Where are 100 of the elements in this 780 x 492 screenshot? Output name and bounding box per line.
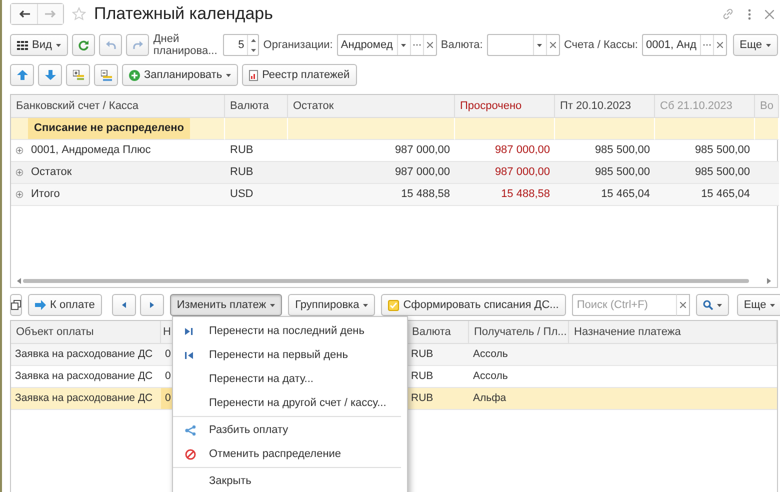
- redo-icon: [132, 40, 143, 50]
- caret-icon: [716, 304, 722, 306]
- column-header[interactable]: Банковский счет / Касса: [11, 95, 225, 118]
- left-triangle-icon: [122, 302, 126, 308]
- organization-field[interactable]: Андромед: [336, 34, 437, 56]
- window-title: Платежный календарь: [94, 4, 273, 24]
- expand-icon[interactable]: [16, 168, 23, 176]
- collapse-all-button[interactable]: [94, 64, 118, 86]
- redo-button[interactable]: [126, 34, 150, 56]
- split-icon: [185, 424, 196, 436]
- move-up-button[interactable]: [10, 64, 34, 86]
- clear-icon[interactable]: [426, 42, 433, 48]
- copy-icon: [11, 300, 21, 310]
- table-cell: 987 000,00: [288, 162, 455, 184]
- table-cell: Итого: [31, 188, 60, 200]
- change-payment-button[interactable]: Изменить платеж: [170, 294, 282, 316]
- clear-icon[interactable]: [716, 42, 723, 48]
- menu-item[interactable]: Перенести на первый день: [173, 343, 407, 367]
- scroll-left-icon[interactable]: [17, 278, 21, 284]
- form-writeoffs-button[interactable]: Сформировать списания ДС...: [381, 294, 566, 316]
- move-down-button[interactable]: [38, 64, 62, 86]
- more-vertical-icon[interactable]: [748, 8, 751, 20]
- table-cell[interactable]: Заявка на расходование ДС: [11, 344, 161, 366]
- scroll-right-icon[interactable]: [767, 278, 771, 284]
- menu-item[interactable]: Разбить оплату: [173, 418, 407, 442]
- clear-icon[interactable]: [680, 302, 686, 308]
- column-header[interactable]: Валюта: [225, 95, 288, 118]
- refresh-button[interactable]: [72, 34, 96, 56]
- table-cell[interactable]: Заявка на расходование ДС: [11, 388, 161, 410]
- expand-all-button[interactable]: [66, 64, 90, 86]
- table-cell: 15 465,04: [555, 184, 655, 206]
- days-spinner[interactable]: 5: [222, 34, 260, 56]
- column-header[interactable]: Объект оплаты: [11, 321, 161, 344]
- registry-button[interactable]: Реестр платежей: [242, 64, 357, 86]
- up-icon[interactable]: [250, 38, 256, 42]
- menu-item[interactable]: Перенести на последний день: [173, 319, 407, 343]
- table-cell: Остаток: [31, 166, 72, 178]
- skip-start-icon: [185, 352, 193, 358]
- undo-button[interactable]: [99, 34, 122, 56]
- table-cell[interactable]: Альфа: [469, 388, 569, 410]
- accounts-field[interactable]: 0001, Анд: [642, 34, 727, 56]
- link-icon[interactable]: [722, 8, 734, 20]
- copy-button[interactable]: [10, 294, 22, 316]
- currency-field[interactable]: [486, 34, 560, 56]
- right-arrow-icon: [35, 300, 46, 310]
- grid-icon: [17, 40, 28, 50]
- column-header[interactable]: Назначение платежа: [569, 321, 777, 344]
- down-icon[interactable]: [250, 48, 256, 52]
- caret-icon: [766, 44, 771, 46]
- skip-end-icon: [185, 328, 193, 334]
- close-icon[interactable]: [765, 10, 774, 18]
- menu-item[interactable]: Перенести на другой счет / кассу...: [173, 391, 407, 415]
- table-cell: 0001, Андромеда Плюс: [31, 144, 151, 156]
- star-icon[interactable]: [72, 7, 86, 21]
- group-row[interactable]: Списание не распределено: [11, 118, 225, 140]
- more-button[interactable]: Еще: [732, 34, 778, 56]
- column-header[interactable]: Валюта: [407, 321, 469, 344]
- previous-button[interactable]: [112, 294, 136, 316]
- back-button[interactable]: [11, 4, 37, 24]
- menu-item[interactable]: Закрыть: [173, 469, 407, 492]
- table-cell[interactable]: RUB: [407, 344, 469, 366]
- plan-button[interactable]: Запланировать: [122, 64, 238, 86]
- clear-button[interactable]: [676, 294, 690, 316]
- forward-arrow-icon: [45, 10, 56, 18]
- caret-icon: [770, 304, 776, 306]
- undo-icon: [106, 40, 116, 50]
- table-cell: 985 500,00: [555, 162, 655, 184]
- next-button[interactable]: [140, 294, 164, 316]
- table-cell: [755, 162, 779, 184]
- table-cell[interactable]: RUB: [407, 388, 469, 410]
- menu-item[interactable]: Перенести на дату...: [173, 367, 407, 391]
- grouping-button[interactable]: Группировка: [288, 294, 376, 316]
- right-triangle-icon: [150, 302, 154, 308]
- caret-icon: [401, 44, 406, 46]
- expand-icon[interactable]: [16, 146, 23, 154]
- group-label: Списание не распределено: [28, 118, 190, 139]
- scrollbar[interactable]: [17, 277, 771, 285]
- table-cell: RUB: [225, 162, 288, 184]
- column-header[interactable]: Остаток: [288, 95, 455, 118]
- caret-icon: [363, 304, 368, 306]
- more-button[interactable]: Еще: [736, 294, 780, 316]
- checkbox-icon: [388, 300, 400, 310]
- currency-label: Валюта:: [440, 39, 483, 51]
- expand-icon[interactable]: [16, 190, 23, 198]
- back-arrow-icon: [18, 10, 30, 18]
- days-label: Дней планирова...: [153, 33, 218, 57]
- clear-icon[interactable]: [550, 42, 556, 48]
- search-field[interactable]: Поиск (Ctrl+F): [572, 294, 676, 316]
- column-header[interactable]: Просрочено: [455, 95, 555, 118]
- table-cell: 15 488,58: [455, 184, 555, 206]
- search-button[interactable]: [696, 294, 729, 316]
- pay-button[interactable]: К оплате: [28, 294, 102, 316]
- column-header[interactable]: Пт 20.10.2023: [555, 95, 655, 118]
- caret-icon: [56, 44, 61, 46]
- plus-circle-icon: [129, 70, 140, 80]
- menu-item[interactable]: Отменить распределение: [173, 442, 407, 466]
- table-cell[interactable]: Ассоль: [469, 344, 569, 366]
- column-header[interactable]: Получатель / Пл...: [469, 321, 569, 344]
- view-button[interactable]: Вид: [10, 34, 68, 56]
- table-cell: 985 500,00: [655, 162, 755, 184]
